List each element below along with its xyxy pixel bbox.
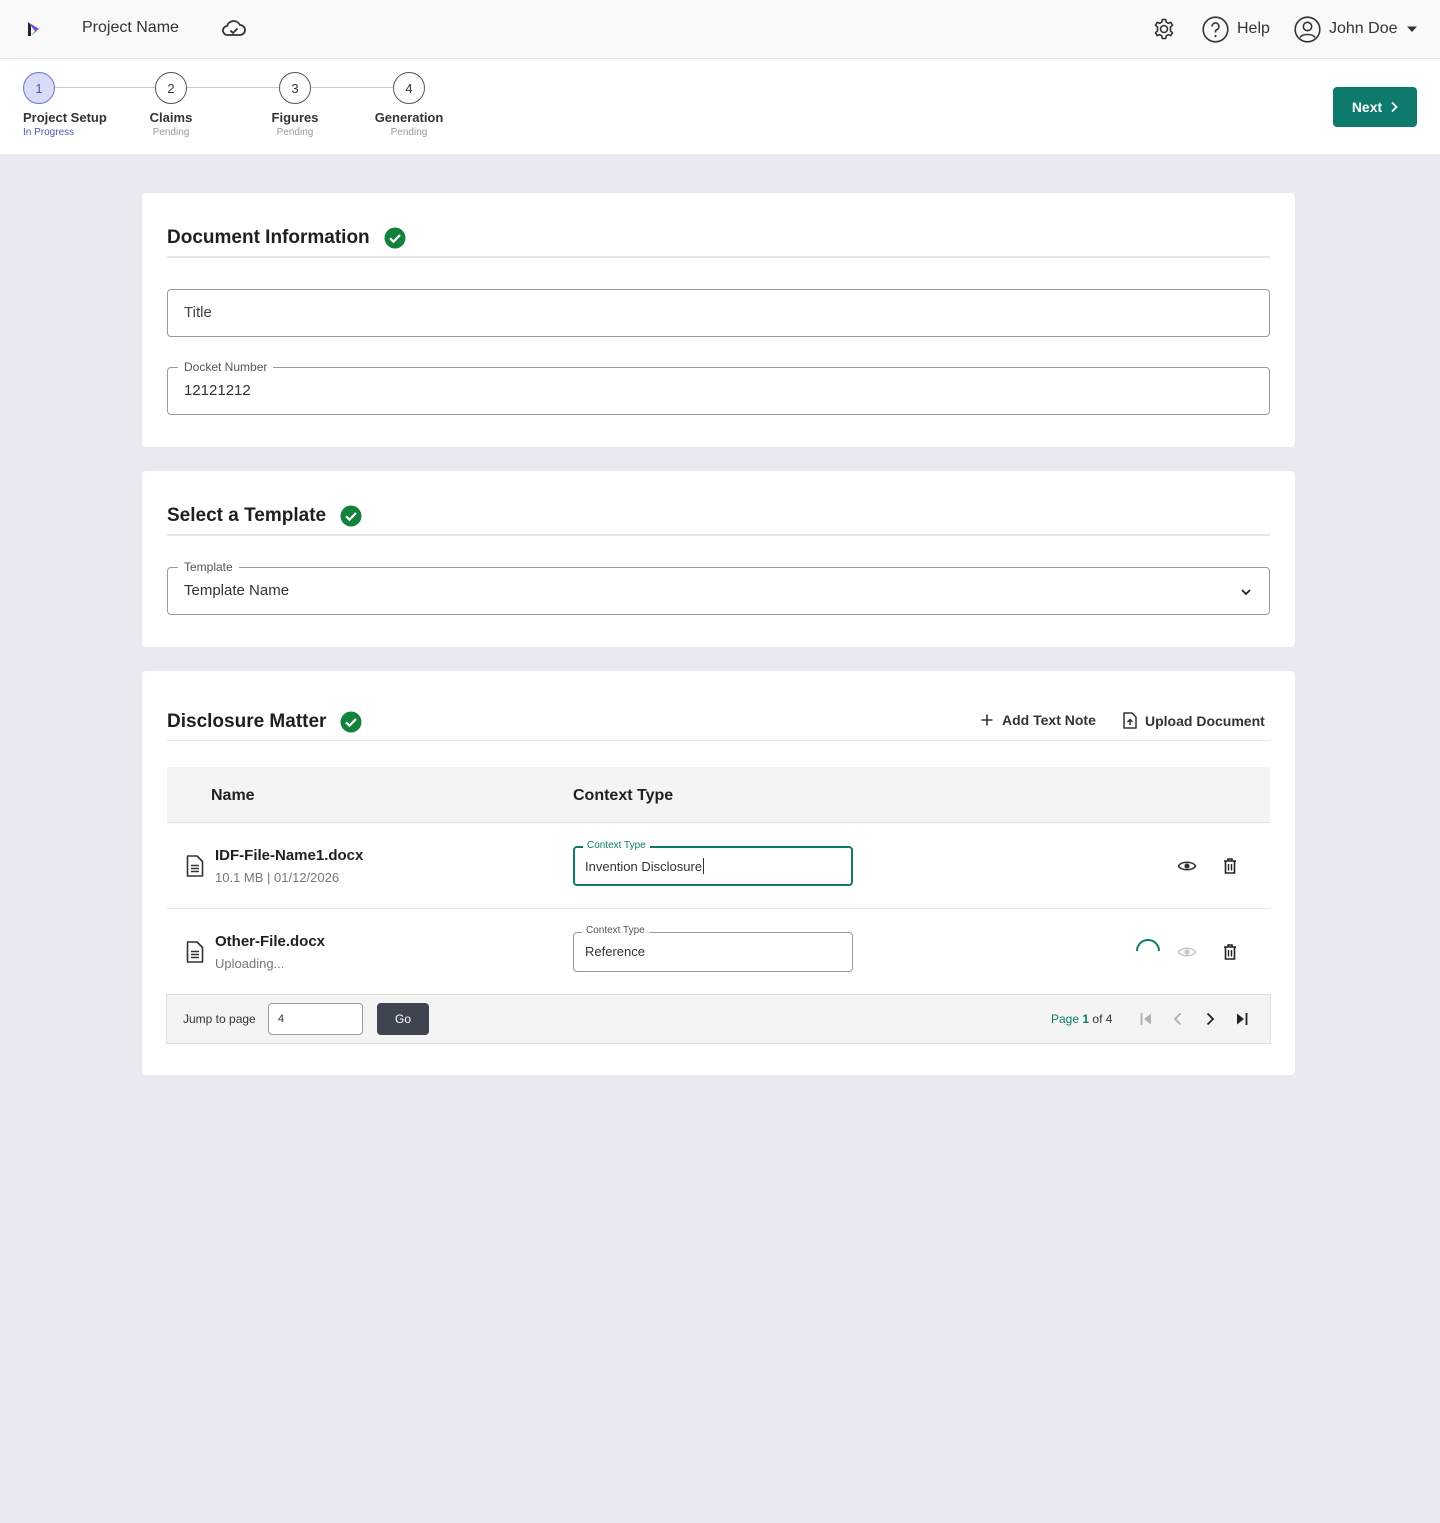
- step-claims[interactable]: 2 Claims Pending: [141, 72, 201, 138]
- help-icon: [1202, 15, 1229, 43]
- step-label: Generation: [374, 110, 444, 125]
- field-label: Context Type: [583, 840, 650, 851]
- caret-down-icon: [1406, 26, 1417, 32]
- add-text-note-label: Add Text Note: [1002, 712, 1096, 728]
- eye-icon: [1177, 947, 1197, 957]
- document-icon: [186, 855, 204, 877]
- step-label: Figures: [271, 110, 319, 125]
- column-header-name[interactable]: Name: [211, 787, 255, 805]
- context-type-value: Invention Disclosure: [585, 859, 703, 874]
- step-status: Pending: [152, 127, 190, 138]
- upload-status: Uploading...: [215, 956, 285, 971]
- file-name[interactable]: Other-File.docx: [215, 933, 325, 950]
- step-label: Claims: [149, 110, 193, 125]
- template-select[interactable]: Template Template Name: [167, 560, 1270, 615]
- user-menu-button[interactable]: John Doe: [1294, 15, 1418, 43]
- step-status: In Progress: [23, 127, 75, 138]
- field-label: Docket Number: [178, 360, 274, 374]
- step-status: Pending: [276, 127, 314, 138]
- next-label: Next: [1351, 99, 1383, 115]
- docket-number-field[interactable]: Docket Number 12121212: [167, 360, 1270, 415]
- upload-file-icon: [1123, 712, 1137, 729]
- first-page-icon[interactable]: [1136, 1009, 1156, 1029]
- template-selected-value: Template Name: [184, 582, 290, 599]
- field-label: Context Type: [582, 925, 649, 936]
- file-name[interactable]: IDF-File-Name1.docx: [215, 847, 363, 864]
- step-number: 3: [279, 72, 311, 104]
- top-bar: Project Name Help John Doe: [0, 0, 1440, 59]
- trash-icon[interactable]: [1220, 942, 1240, 962]
- title-placeholder: Title: [184, 304, 212, 321]
- context-type-field[interactable]: Context Type Invention Disclosure: [573, 840, 853, 886]
- field-label: Template: [178, 560, 239, 574]
- help-button[interactable]: Help: [1202, 15, 1270, 43]
- add-text-note-button[interactable]: Add Text Note: [980, 712, 1096, 728]
- chevron-down-icon: [1241, 589, 1251, 596]
- text-cursor: [703, 858, 705, 874]
- project-name: Project Name: [82, 19, 179, 36]
- section-header: Select a Template: [167, 505, 362, 527]
- jump-to-page-input[interactable]: [268, 1003, 363, 1035]
- user-icon: [1294, 15, 1321, 43]
- disclosure-matter-card: Disclosure Matter Add Text Note Upload D…: [142, 671, 1295, 1075]
- check-circle-icon: [340, 505, 362, 527]
- divider: [167, 256, 1270, 258]
- cloud-sync-icon[interactable]: [220, 17, 248, 41]
- progress-stepper-bar: [0, 59, 1440, 154]
- table-row: IDF-File-Name1.docx 10.1 MB | 01/12/2026…: [167, 823, 1270, 909]
- gear-icon[interactable]: [1152, 17, 1176, 41]
- step-number: 1: [23, 72, 55, 104]
- step-number: 4: [393, 72, 425, 104]
- document-icon: [186, 941, 204, 963]
- context-type-value: Reference: [585, 944, 645, 959]
- jump-to-page-label: Jump to page: [183, 1012, 256, 1026]
- trash-icon[interactable]: [1220, 856, 1240, 876]
- page-word: Page: [1051, 1012, 1080, 1026]
- divider: [167, 534, 1270, 536]
- step-figures[interactable]: 3 Figures Pending: [265, 72, 325, 138]
- step-number: 2: [155, 72, 187, 104]
- section-header: Disclosure Matter: [167, 711, 362, 733]
- page-indicator: Page 1 of 4: [1051, 1012, 1112, 1026]
- page-total: of 4: [1092, 1012, 1113, 1026]
- step-status: Pending: [390, 127, 428, 138]
- context-type-field[interactable]: Context Type Reference: [573, 925, 853, 972]
- help-label: Help: [1237, 20, 1270, 37]
- step-project-setup[interactable]: 1 Project Setup In Progress: [23, 72, 107, 138]
- app-logo[interactable]: [24, 20, 42, 38]
- last-page-icon[interactable]: [1232, 1009, 1252, 1029]
- select-template-card: Select a Template Template Template Name: [142, 471, 1295, 647]
- upload-document-button[interactable]: Upload Document: [1123, 712, 1265, 729]
- eye-icon[interactable]: [1177, 856, 1197, 876]
- step-label: Project Setup: [23, 110, 107, 125]
- upload-document-label: Upload Document: [1145, 712, 1265, 729]
- section-title: Document Information: [167, 227, 370, 248]
- previous-page-icon[interactable]: [1168, 1009, 1188, 1029]
- column-header-context-type[interactable]: Context Type: [573, 787, 673, 805]
- title-field[interactable]: Title: [167, 289, 1270, 337]
- divider: [167, 740, 1270, 741]
- next-page-icon[interactable]: [1200, 1009, 1220, 1029]
- file-meta: 10.1 MB | 01/12/2026: [215, 870, 340, 885]
- section-title: Select a Template: [167, 505, 327, 526]
- table-header: Name Context Type: [167, 767, 1270, 823]
- section-title: Disclosure Matter: [167, 711, 327, 732]
- table-row: Other-File.docx Uploading... Context Typ…: [167, 909, 1270, 995]
- loading-spinner-icon: [1136, 939, 1160, 952]
- check-circle-icon: [340, 711, 362, 733]
- step-generation[interactable]: 4 Generation Pending: [373, 72, 445, 138]
- next-button[interactable]: Next: [1333, 87, 1417, 127]
- pagination-bar: Jump to page Go Page 1 of 4: [166, 994, 1271, 1044]
- section-header: Document Information: [167, 227, 406, 249]
- current-page: 1: [1082, 1012, 1090, 1026]
- user-name: John Doe: [1329, 20, 1398, 37]
- chevron-right-icon: [1391, 101, 1398, 113]
- check-circle-icon: [384, 227, 406, 249]
- document-information-card: Document Information Title Docket Number…: [142, 193, 1295, 447]
- plus-icon: [981, 714, 993, 726]
- docket-number-value: 12121212: [184, 382, 251, 399]
- go-button[interactable]: Go: [377, 1003, 429, 1035]
